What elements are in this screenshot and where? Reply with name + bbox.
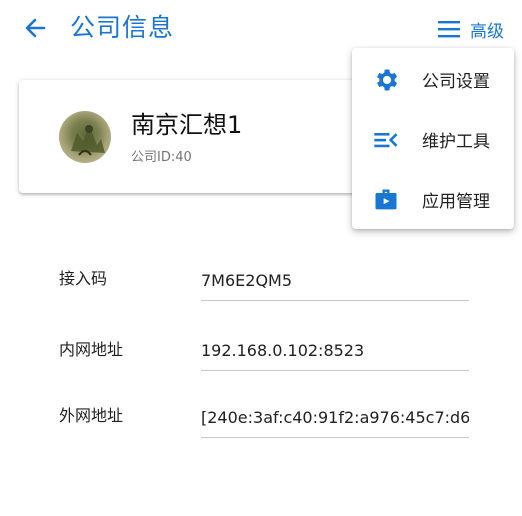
lan-address-label: 内网地址: [59, 340, 124, 359]
advanced-menu-label: 高级: [470, 21, 504, 42]
menu-item-company-settings[interactable]: 公司设置: [352, 48, 514, 108]
hamburger-icon: [438, 21, 460, 38]
back-button[interactable]: [18, 12, 52, 46]
wan-address-field[interactable]: [240e:3af:c40:91f2:a976:45c7:d61: [201, 405, 469, 438]
company-id: 公司ID:40: [131, 150, 192, 165]
access-code-label: 接入码: [59, 269, 108, 288]
access-code-field[interactable]: 7M6E2QM5: [201, 268, 469, 301]
company-name: 南京汇想1: [131, 111, 243, 139]
menu-item-app-management[interactable]: 应用管理: [352, 168, 514, 228]
advanced-dropdown-menu: 公司设置 维护工具 应用管理: [352, 48, 514, 229]
menu-item-maintenance-tools[interactable]: 维护工具: [352, 108, 514, 168]
lan-address-field[interactable]: 192.168.0.102:8523: [201, 338, 469, 371]
advanced-menu-button[interactable]: 高级: [436, 14, 504, 44]
menu-item-label: 应用管理: [422, 192, 490, 212]
list-collapse-icon: [374, 133, 398, 148]
company-card[interactable]: 南京汇想1 公司ID:40: [19, 80, 359, 193]
page-title: 公司信息: [70, 13, 175, 42]
avatar-image: [71, 125, 105, 156]
menu-item-label: 维护工具: [422, 132, 490, 152]
arrow-left-icon: [25, 18, 46, 38]
app-bag-icon: [375, 189, 397, 210]
avatar: [59, 111, 111, 163]
wan-address-label: 外网地址: [59, 406, 124, 425]
menu-item-label: 公司设置: [422, 72, 490, 92]
gear-icon: [377, 69, 398, 91]
